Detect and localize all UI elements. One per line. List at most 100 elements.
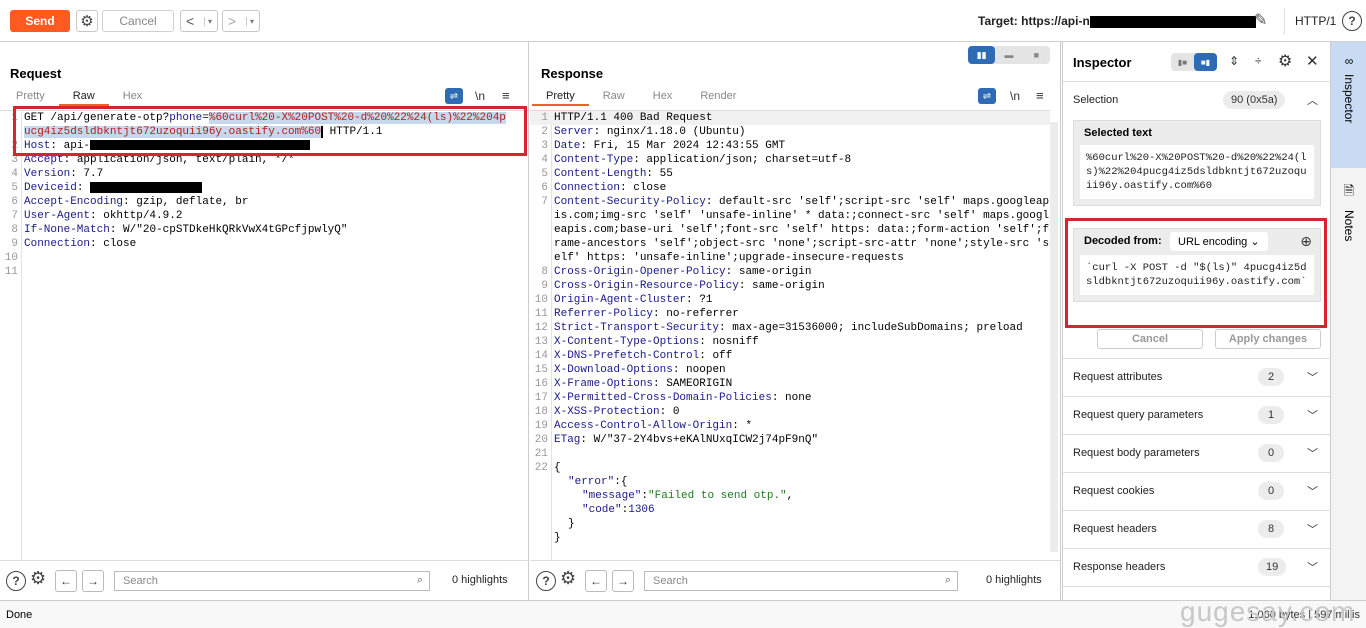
side-tab-notes[interactable]: 🗎 Notes <box>1331 182 1366 262</box>
help-icon[interactable]: ? <box>1342 11 1362 31</box>
highlight-box <box>13 106 527 156</box>
selected-text-value[interactable]: %60curl%20-X%20POST%20-d%20%22%24(ls)%22… <box>1080 145 1314 199</box>
arrow-right-icon[interactable]: → <box>82 570 104 592</box>
inspector-section-request-headers[interactable]: Request headers 8 ﹀ <box>1063 511 1330 549</box>
response-headers: 2 Server: nginx/1.18.0 (Ubuntu) 3 Date: Fri… <box>530 125 1050 447</box>
gear-icon[interactable]: ⚙ <box>30 568 46 589</box>
edit-pencil-icon[interactable]: ✎ <box>1254 10 1267 30</box>
tab-raw[interactable]: Raw <box>589 90 639 106</box>
count-badge: 2 <box>1258 368 1284 386</box>
request-pane: Request Pretty Raw Hex ⇌ \n ≡ 1 GET /api/… <box>0 42 529 600</box>
collapse-all-icon[interactable]: ÷ <box>1255 54 1262 68</box>
search-input[interactable]: Search ⌕ <box>644 571 958 591</box>
back-button[interactable]: < ▾ <box>180 10 218 32</box>
request-editor[interactable]: 1 GET /api/generate-otp?phone=%60curl%20-… <box>0 110 528 560</box>
request-line-10: 10 <box>4 252 18 264</box>
arrow-left-icon[interactable]: ← <box>55 570 77 592</box>
menu-icon[interactable]: ≡ <box>1036 88 1044 103</box>
chevron-down-icon[interactable]: ﹀ <box>1307 483 1318 499</box>
response-header-line: 18 X-XSS-Protection: 0 <box>534 406 680 418</box>
request-line-6: 6 Accept-Encoding: gzip, deflate, br <box>11 196 249 208</box>
cancel-button[interactable]: Cancel <box>1097 329 1203 349</box>
selection-section[interactable]: Selection 90 (0x5a) ︿ <box>1063 82 1330 118</box>
inspector-section-request-body-parameters[interactable]: Request body parameters 0 ﹀ <box>1063 435 1330 473</box>
settings-gear-icon[interactable]: ⚙ <box>76 10 98 32</box>
side-tab-inspector[interactable]: ∞ Inspector <box>1331 42 1366 168</box>
stacked-layout-icon[interactable]: ▬ <box>995 46 1022 64</box>
response-header-line: 8 Cross-Origin-Opener-Policy: same-origin <box>541 266 812 278</box>
notes-document-icon: 🗎 <box>1343 183 1355 198</box>
chevron-down-icon[interactable]: ﹀ <box>1307 445 1318 461</box>
scrollbar[interactable] <box>1050 122 1058 552</box>
response-header-line: 10 Origin-Agent-Cluster: ?1 <box>534 294 713 306</box>
tab-pretty[interactable]: Pretty <box>532 90 589 106</box>
search-input[interactable]: Search ⌕ <box>114 571 430 591</box>
newline-toggle[interactable]: \n <box>1010 89 1020 103</box>
word-wrap-icon[interactable]: ⇌ <box>445 88 463 104</box>
highlights-count: 0 highlights <box>452 574 508 586</box>
request-search-bar: ? ⚙ ← → Search ⌕ 0 highlights <box>0 560 528 600</box>
highlights-count: 0 highlights <box>986 574 1042 586</box>
response-title: Response <box>541 66 604 81</box>
json-message-line: "message":"Failed to send otp.", <box>582 490 794 502</box>
arrow-left-icon[interactable]: ← <box>585 570 607 592</box>
chevron-down-icon[interactable]: ﹀ <box>1307 559 1318 575</box>
request-line-11: 11 <box>4 266 18 278</box>
tab-hex[interactable]: Hex <box>639 90 687 106</box>
tab-raw[interactable]: Raw <box>58 90 109 106</box>
newline-toggle[interactable]: \n <box>475 89 485 103</box>
dropdown-arrow-icon[interactable]: ▾ <box>204 16 212 26</box>
dock-right-icon[interactable]: ■▮ <box>1194 53 1217 71</box>
chevron-down-icon[interactable]: ﹀ <box>1307 521 1318 537</box>
chevron-down-icon[interactable]: ﹀ <box>1307 407 1318 423</box>
response-header-line: 5 Content-Length: 55 <box>541 168 673 180</box>
apply-changes-button[interactable]: Apply changes <box>1215 329 1321 349</box>
inspector-section-request-attributes[interactable]: Request attributes 2 ﹀ <box>1063 359 1330 397</box>
cancel-button[interactable]: Cancel <box>102 10 174 32</box>
inspector-section-request-cookies[interactable]: Request cookies 0 ﹀ <box>1063 473 1330 511</box>
close-icon[interactable]: ✕ <box>1306 52 1319 70</box>
search-icon: ⌕ <box>416 574 423 586</box>
single-layout-icon[interactable]: ■ <box>1023 46 1050 64</box>
response-line-1: 1 HTTP/1.1 400 Bad Request <box>530 111 1050 125</box>
forward-button[interactable]: > ▾ <box>222 10 260 32</box>
request-line-9: 9 Connection: close <box>11 238 137 250</box>
chevron-up-icon[interactable]: ︿ <box>1307 92 1318 108</box>
help-icon[interactable]: ? <box>6 571 26 591</box>
response-search-bar: ? ⚙ ← → Search ⌕ 0 highlights <box>530 560 1060 600</box>
tab-hex[interactable]: Hex <box>109 90 157 106</box>
tab-render[interactable]: Render <box>686 90 750 106</box>
dropdown-arrow-icon[interactable]: ▾ <box>246 16 254 26</box>
dock-left-icon[interactable]: ▮■ <box>1171 53 1194 71</box>
request-title: Request <box>10 66 62 81</box>
arrow-right-icon[interactable]: → <box>612 570 634 592</box>
inspector-layout-toggle: ▮■ ■▮ <box>1171 53 1217 71</box>
chevron-left-icon: < <box>185 13 195 29</box>
count-badge: 8 <box>1258 520 1284 538</box>
http-version-button[interactable]: HTTP/1 <box>1295 14 1336 28</box>
word-wrap-icon[interactable]: ⇌ <box>978 88 996 104</box>
request-line-4: 4 Version: 7.7 <box>11 168 104 180</box>
request-line-8: 8 If-None-Match: W/"20-cpSTDkeHkQRkVwX4tG… <box>11 224 348 236</box>
chevron-down-icon[interactable]: ﹀ <box>1307 369 1318 385</box>
watermark: gugesay.com <box>1180 596 1356 627</box>
inspector-section-response-headers[interactable]: Response headers 19 ﹀ <box>1063 549 1330 587</box>
response-header-line: 17 X-Permitted-Cross-Domain-Policies: non… <box>534 392 812 404</box>
response-editor[interactable]: 1 HTTP/1.1 400 Bad Request 2 Server: nginx… <box>530 110 1050 560</box>
expand-all-icon[interactable]: ⇕ <box>1229 54 1239 68</box>
count-badge: 0 <box>1258 482 1284 500</box>
tab-pretty[interactable]: Pretty <box>2 90 59 106</box>
help-icon[interactable]: ? <box>536 571 556 591</box>
gear-icon[interactable]: ⚙ <box>560 568 576 589</box>
side-by-side-layout-icon[interactable]: ▮▮ <box>968 46 996 64</box>
json-error-line: "error":{ <box>568 476 628 488</box>
menu-icon[interactable]: ≡ <box>502 88 510 103</box>
response-line-22: 22{ <box>534 462 561 474</box>
glasses-icon: ∞ <box>1344 54 1354 68</box>
inspector-section-request-query-parameters[interactable]: Request query parameters 1 ﹀ <box>1063 397 1330 435</box>
layout-switch: ▮▮ ▬ ■ <box>968 46 1050 64</box>
send-button[interactable]: Send <box>10 10 70 32</box>
status-bar: Done 1,060 bytes | 597 millis <box>0 600 1366 628</box>
gear-icon[interactable]: ⚙ <box>1278 51 1292 71</box>
response-header-line: 2 Server: nginx/1.18.0 (Ubuntu) <box>541 126 746 138</box>
